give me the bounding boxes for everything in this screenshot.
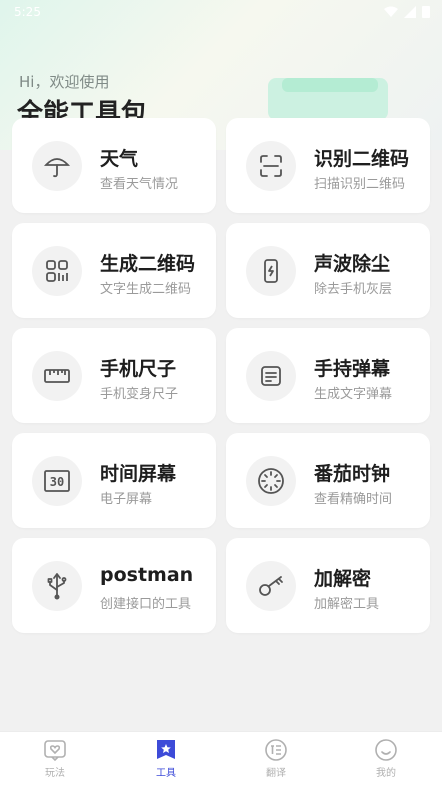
greeting-text: Hi，欢迎使用 <box>19 73 110 91</box>
wifi-icon <box>384 6 398 17</box>
text-card-icon <box>246 351 296 401</box>
tool-title: postman <box>100 564 194 586</box>
smile-icon <box>374 738 398 762</box>
tool-subtitle: 除去手机灰层 <box>314 282 393 297</box>
translate-icon <box>264 738 288 762</box>
phone-bolt-icon <box>246 246 296 296</box>
page-title: 全能工具包 <box>17 99 148 120</box>
tool-card-weather[interactable]: 天气 查看天气情况 <box>12 118 216 213</box>
tool-subtitle: 文字生成二维码 <box>100 282 192 297</box>
tool-title: 番茄时钟 <box>314 463 391 485</box>
tool-title: 声波除尘 <box>314 253 391 275</box>
tab-tools[interactable]: 工具 <box>136 738 196 779</box>
tool-subtitle: 加解密工具 <box>314 597 380 612</box>
tool-subtitle: 创建接口的工具 <box>100 597 192 612</box>
tab-translate[interactable]: 翻译 <box>246 738 306 779</box>
tool-subtitle: 查看天气情况 <box>100 177 179 192</box>
tab-label: 玩法 <box>45 768 65 779</box>
signal-icon <box>404 5 416 18</box>
tool-card-postman[interactable]: postman 创建接口的工具 <box>12 538 216 633</box>
tool-card-pomodoro[interactable]: 番茄时钟 查看精确时间 <box>226 433 430 528</box>
tool-card-time-screen[interactable]: 30 时间屏幕 电子屏幕 <box>12 433 216 528</box>
tool-title: 天气 <box>100 148 139 170</box>
scan-icon <box>246 141 296 191</box>
tab-label: 翻译 <box>266 768 286 779</box>
usb-icon <box>32 561 82 611</box>
tool-card-sonic-dust[interactable]: 声波除尘 除去手机灰层 <box>226 223 430 318</box>
tab-label: 工具 <box>156 768 176 779</box>
status-time: 5:25 <box>14 5 41 19</box>
tab-label: 我的 <box>376 768 396 779</box>
tool-card-generate-qrcode[interactable]: 生成二维码 文字生成二维码 <box>12 223 216 318</box>
tool-card-encrypt[interactable]: 加解密 加解密工具 <box>226 538 430 633</box>
star-bookmark-icon <box>154 738 178 762</box>
ruler-icon <box>32 351 82 401</box>
bottom-tab-bar: 玩法 工具 翻译 我的 <box>0 731 442 788</box>
tool-title: 时间屏幕 <box>100 463 177 485</box>
tool-card-scan-qrcode[interactable]: 识别二维码 扫描识别二维码 <box>226 118 430 213</box>
tool-subtitle: 手机变身尺子 <box>100 387 179 402</box>
status-bar: 5:25 <box>0 0 442 26</box>
tool-subtitle: 查看精确时间 <box>314 492 393 507</box>
tool-title: 手机尺子 <box>100 358 177 380</box>
tool-title: 加解密 <box>314 568 372 590</box>
timer-icon <box>246 456 296 506</box>
tab-mine[interactable]: 我的 <box>356 738 416 779</box>
tool-title: 手持弹幕 <box>314 358 391 380</box>
tool-card-barrage[interactable]: 手持弹幕 生成文字弹幕 <box>226 328 430 423</box>
umbrella-icon <box>32 141 82 191</box>
tool-subtitle: 电子屏幕 <box>100 492 153 507</box>
tool-card-ruler[interactable]: 手机尺子 手机变身尺子 <box>12 328 216 423</box>
heart-chat-icon <box>43 738 67 762</box>
tool-title: 识别二维码 <box>314 148 410 170</box>
tab-play[interactable]: 玩法 <box>25 738 85 779</box>
qrcode-icon <box>32 246 82 296</box>
tool-subtitle: 扫描识别二维码 <box>314 177 406 192</box>
header-illustration-top <box>282 78 378 92</box>
battery-icon <box>422 6 430 18</box>
status-icons <box>384 5 430 18</box>
digital-30-label: 30 <box>50 475 64 489</box>
digital-30-icon: 30 <box>32 456 82 506</box>
key-icon <box>246 561 296 611</box>
tool-title: 生成二维码 <box>100 253 196 275</box>
tool-subtitle: 生成文字弹幕 <box>314 387 393 402</box>
